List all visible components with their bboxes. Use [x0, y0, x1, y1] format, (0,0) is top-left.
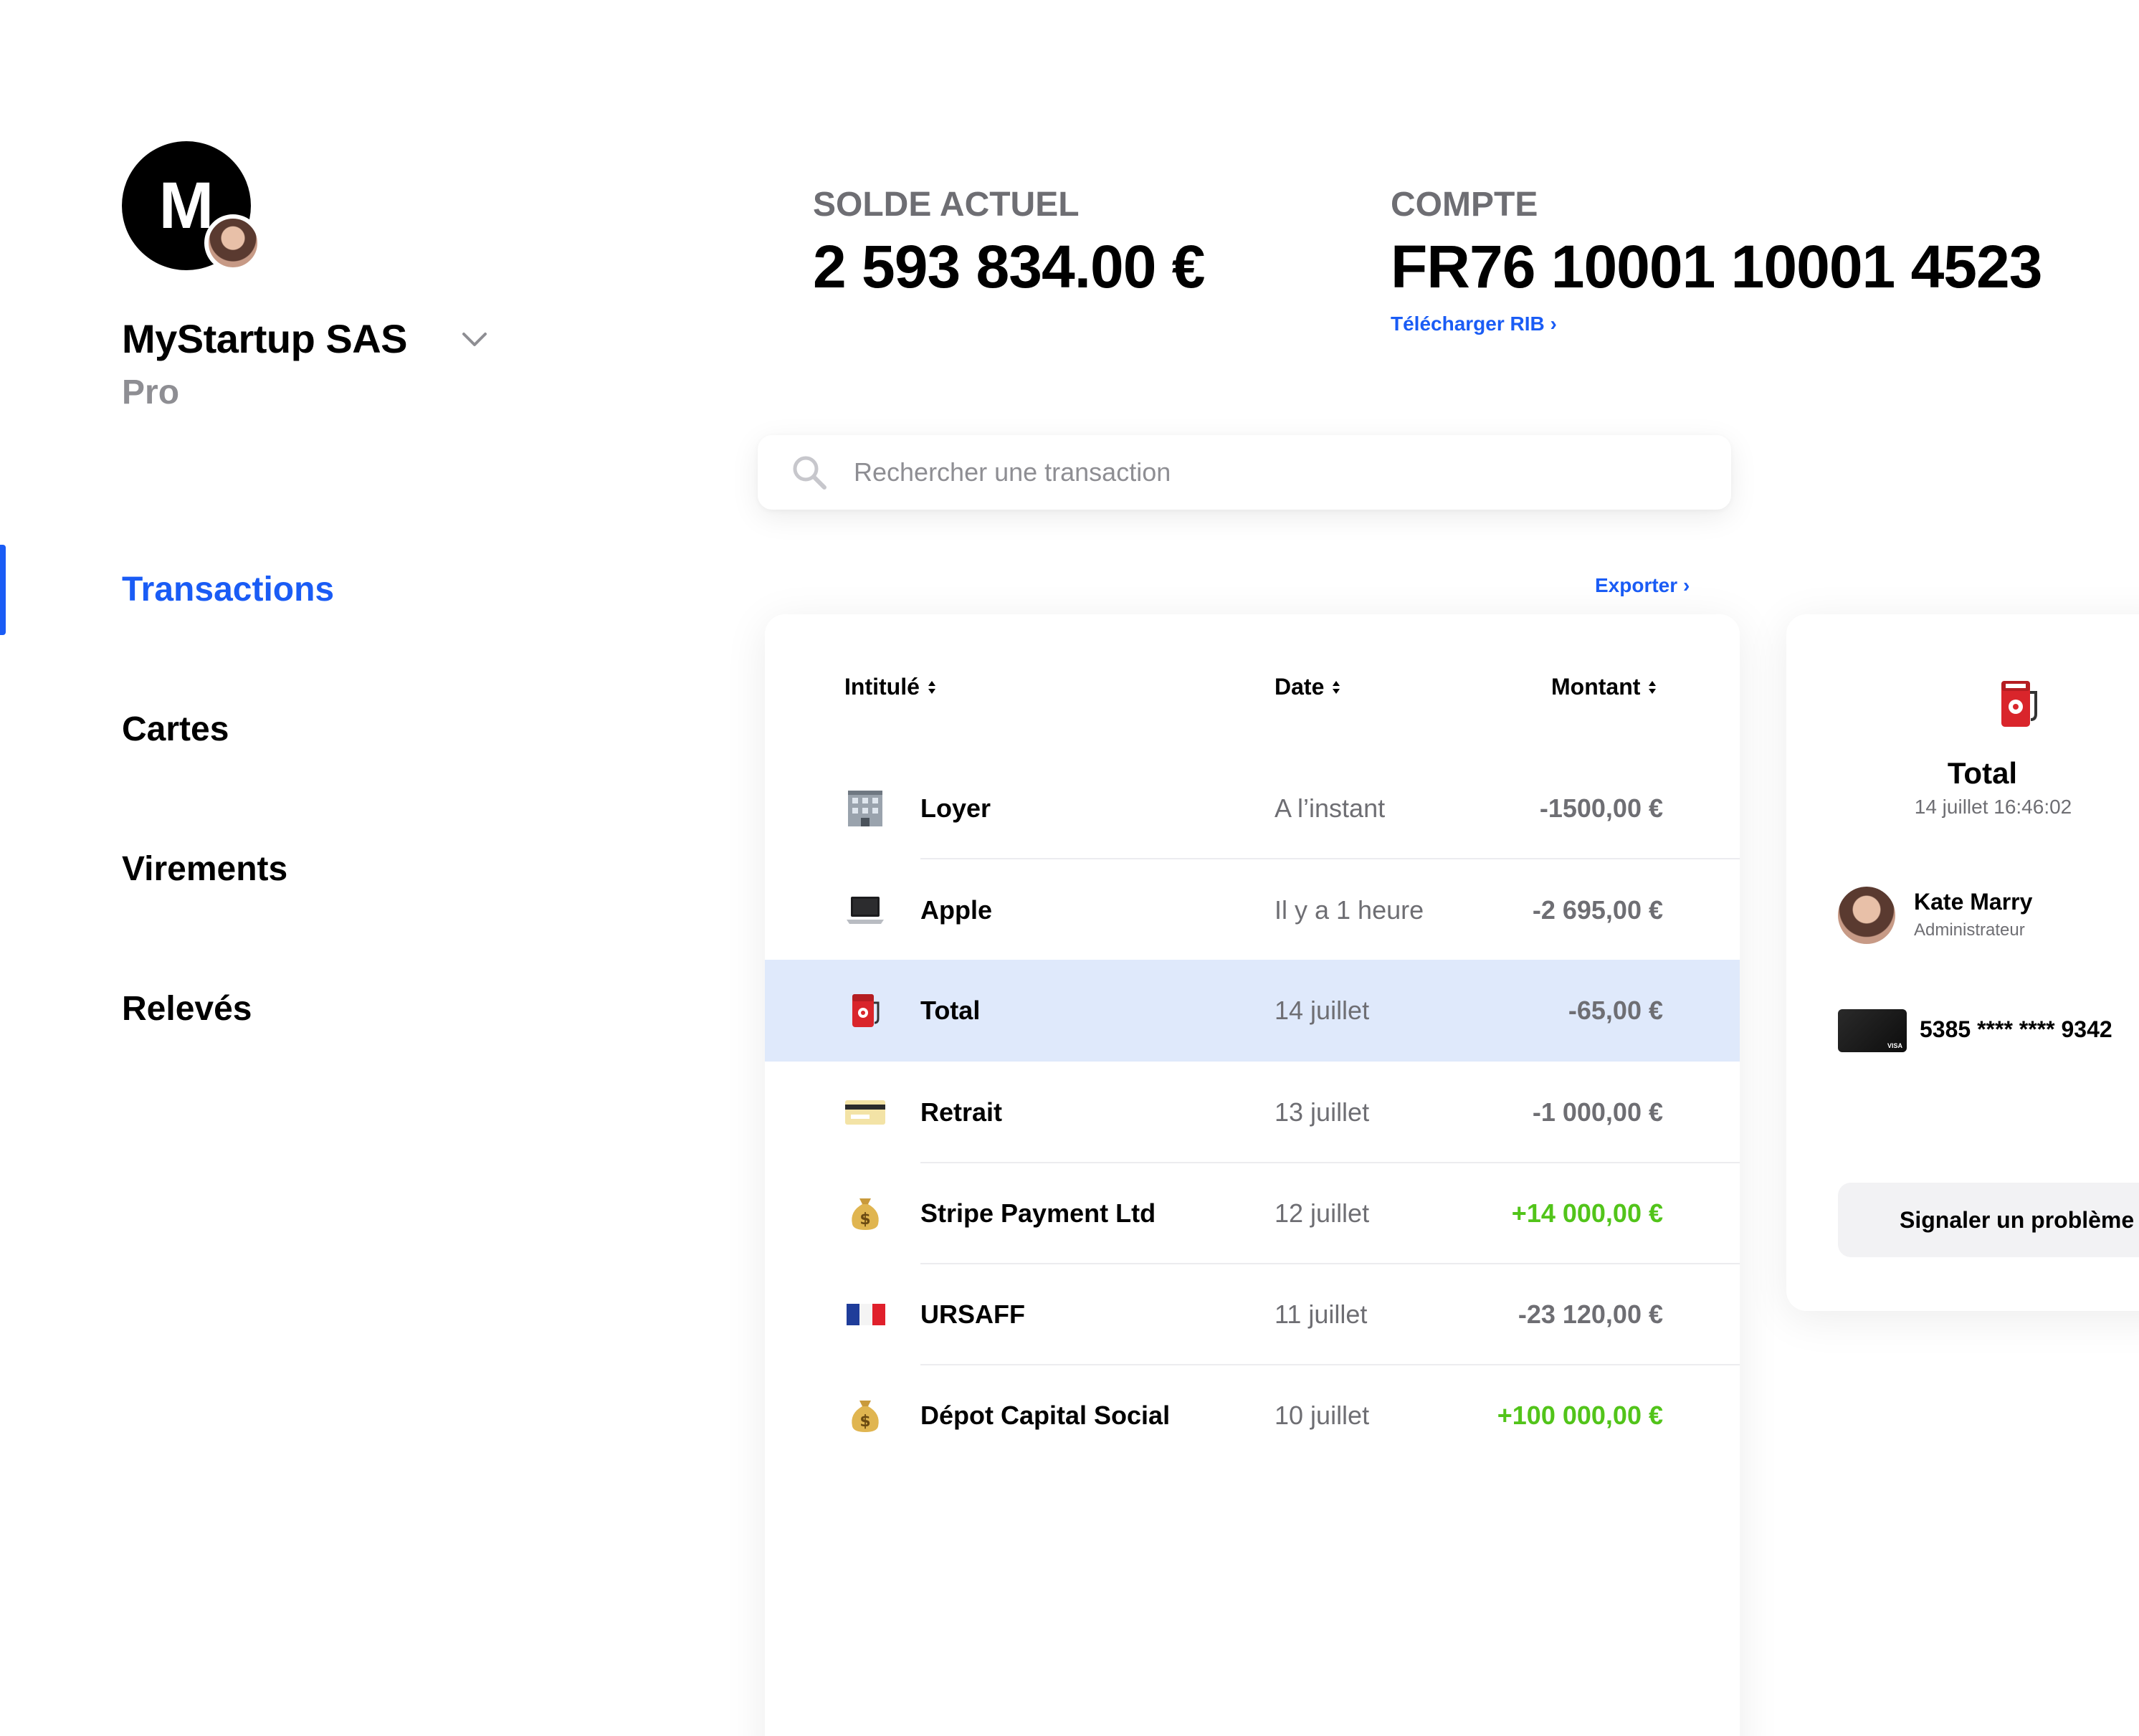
search-icon — [793, 456, 826, 490]
detail-datetime-text: 14 juillet 16:46:02 — [1914, 796, 2072, 818]
row-date: 12 juillet — [1275, 1198, 1370, 1228]
row-label: Total — [920, 996, 981, 1025]
money-bag-icon: $ — [852, 1198, 879, 1230]
row-label: Stripe Payment Ltd — [920, 1198, 1156, 1228]
sort-icon — [928, 680, 935, 694]
money-bag-icon: $ — [852, 1401, 879, 1432]
table-row[interactable]: Loyer A l’instant -1500,00 € — [765, 758, 1740, 859]
svg-text:$: $ — [859, 1211, 870, 1229]
row-amount: -23 120,00 € — [1518, 1299, 1663, 1329]
column-header-label: Intitulé — [844, 674, 920, 700]
column-header-label: Montant — [1551, 674, 1641, 700]
user-avatar-photo[interactable] — [204, 214, 262, 272]
row-label: Apple — [920, 895, 993, 925]
table-row[interactable]: Apple Il y a 1 heure -2 695,00 € — [765, 859, 1740, 961]
table-row[interactable]: Retrait 13 juillet -1 000,00 € — [765, 1062, 1740, 1163]
column-header-date[interactable]: Date — [1275, 674, 1341, 700]
export-label: Exporter — [1595, 574, 1678, 596]
table-row-selected[interactable]: Total 14 juillet -65,00 € — [765, 960, 1740, 1062]
row-amount: -1500,00 € — [1539, 793, 1663, 823]
card-number: 5385 **** **** 9342 — [1920, 1016, 2112, 1042]
nav-item-cartes[interactable]: Cartes — [122, 710, 229, 749]
company-name[interactable]: MyStartup SAS — [122, 315, 408, 362]
detail-title: Total — [1948, 756, 2017, 791]
user-name: Kate Marry — [1914, 889, 2033, 915]
nav-item-virements[interactable]: Virements — [122, 849, 287, 889]
app-root: M MyStartup SAS Pro Transactions Cartes … — [0, 0, 2139, 1736]
search-bar[interactable] — [758, 435, 1731, 510]
column-header-label: Date — [1275, 674, 1325, 700]
row-amount: -2 695,00 € — [1532, 895, 1663, 925]
row-date: A l’instant — [1275, 793, 1386, 823]
row-label: Retrait — [920, 1097, 1003, 1127]
row-amount: -1 000,00 € — [1532, 1097, 1663, 1127]
chevron-right-icon: › — [1550, 313, 1557, 335]
table-row[interactable]: $ Stripe Payment Ltd 12 juillet +14 000,… — [765, 1163, 1740, 1264]
column-header-montant[interactable]: Montant — [1551, 674, 1657, 700]
column-header-intitule[interactable]: Intitulé — [844, 674, 937, 700]
office-building-icon — [848, 791, 882, 826]
table-row[interactable]: $ Dépot Capital Social 10 juillet +100 0… — [765, 1365, 1740, 1466]
search-input[interactable] — [854, 457, 1700, 487]
account-iban: FR76 10001 10001 4523 — [1391, 233, 2042, 300]
export-link[interactable]: Exporter › — [1595, 574, 1690, 597]
chevron-right-icon: › — [1682, 574, 1690, 596]
report-problem-button[interactable]: Signaler un problème ? — [1838, 1183, 2139, 1257]
svg-text:$: $ — [859, 1413, 870, 1431]
user-avatar — [1838, 887, 1895, 944]
sort-icon — [1649, 680, 1657, 694]
credit-card-icon — [845, 1100, 885, 1125]
row-date: Il y a 1 heure — [1275, 895, 1424, 925]
balance-label: SOLDE ACTUEL — [813, 186, 1080, 224]
sort-icon — [1333, 680, 1340, 694]
account-label: COMPTE — [1391, 186, 1538, 224]
french-flag-icon — [847, 1304, 885, 1325]
nav-active-indicator — [0, 545, 6, 635]
balance-value: 2 593 834.00 € — [813, 233, 1206, 300]
download-rib-link[interactable]: Télécharger RIB › — [1391, 313, 1557, 335]
row-amount: +14 000,00 € — [1511, 1198, 1663, 1228]
row-amount: +100 000,00 € — [1497, 1401, 1663, 1430]
row-date: 13 juillet — [1275, 1097, 1370, 1127]
table-row[interactable]: URSAFF 11 juillet -23 120,00 € — [765, 1264, 1740, 1365]
download-rib-label: Télécharger RIB — [1391, 313, 1545, 335]
row-amount: -65,00 € — [1568, 996, 1663, 1025]
row-date: 10 juillet — [1275, 1401, 1370, 1430]
laptop-icon — [847, 897, 884, 924]
detail-title-text: Total — [1947, 756, 2018, 790]
chevron-down-icon[interactable] — [459, 324, 490, 354]
account-plan: Pro — [122, 373, 180, 411]
payment-card-icon: VISA — [1838, 1009, 1907, 1052]
card-brand: VISA — [1887, 1042, 1902, 1049]
row-label: URSAFF — [920, 1299, 1025, 1329]
fuel-pump-icon — [852, 994, 880, 1027]
row-date: 14 juillet — [1275, 996, 1370, 1025]
row-date: 11 juillet — [1275, 1299, 1368, 1329]
row-label: Loyer — [920, 793, 991, 823]
nav-item-transactions[interactable]: Transactions — [122, 570, 334, 609]
user-role: Administrateur — [1914, 920, 2025, 940]
row-label: Dépot Capital Social — [920, 1401, 1171, 1430]
nav-item-releves[interactable]: Relevés — [122, 989, 252, 1029]
fuel-pump-icon — [2001, 681, 2037, 727]
